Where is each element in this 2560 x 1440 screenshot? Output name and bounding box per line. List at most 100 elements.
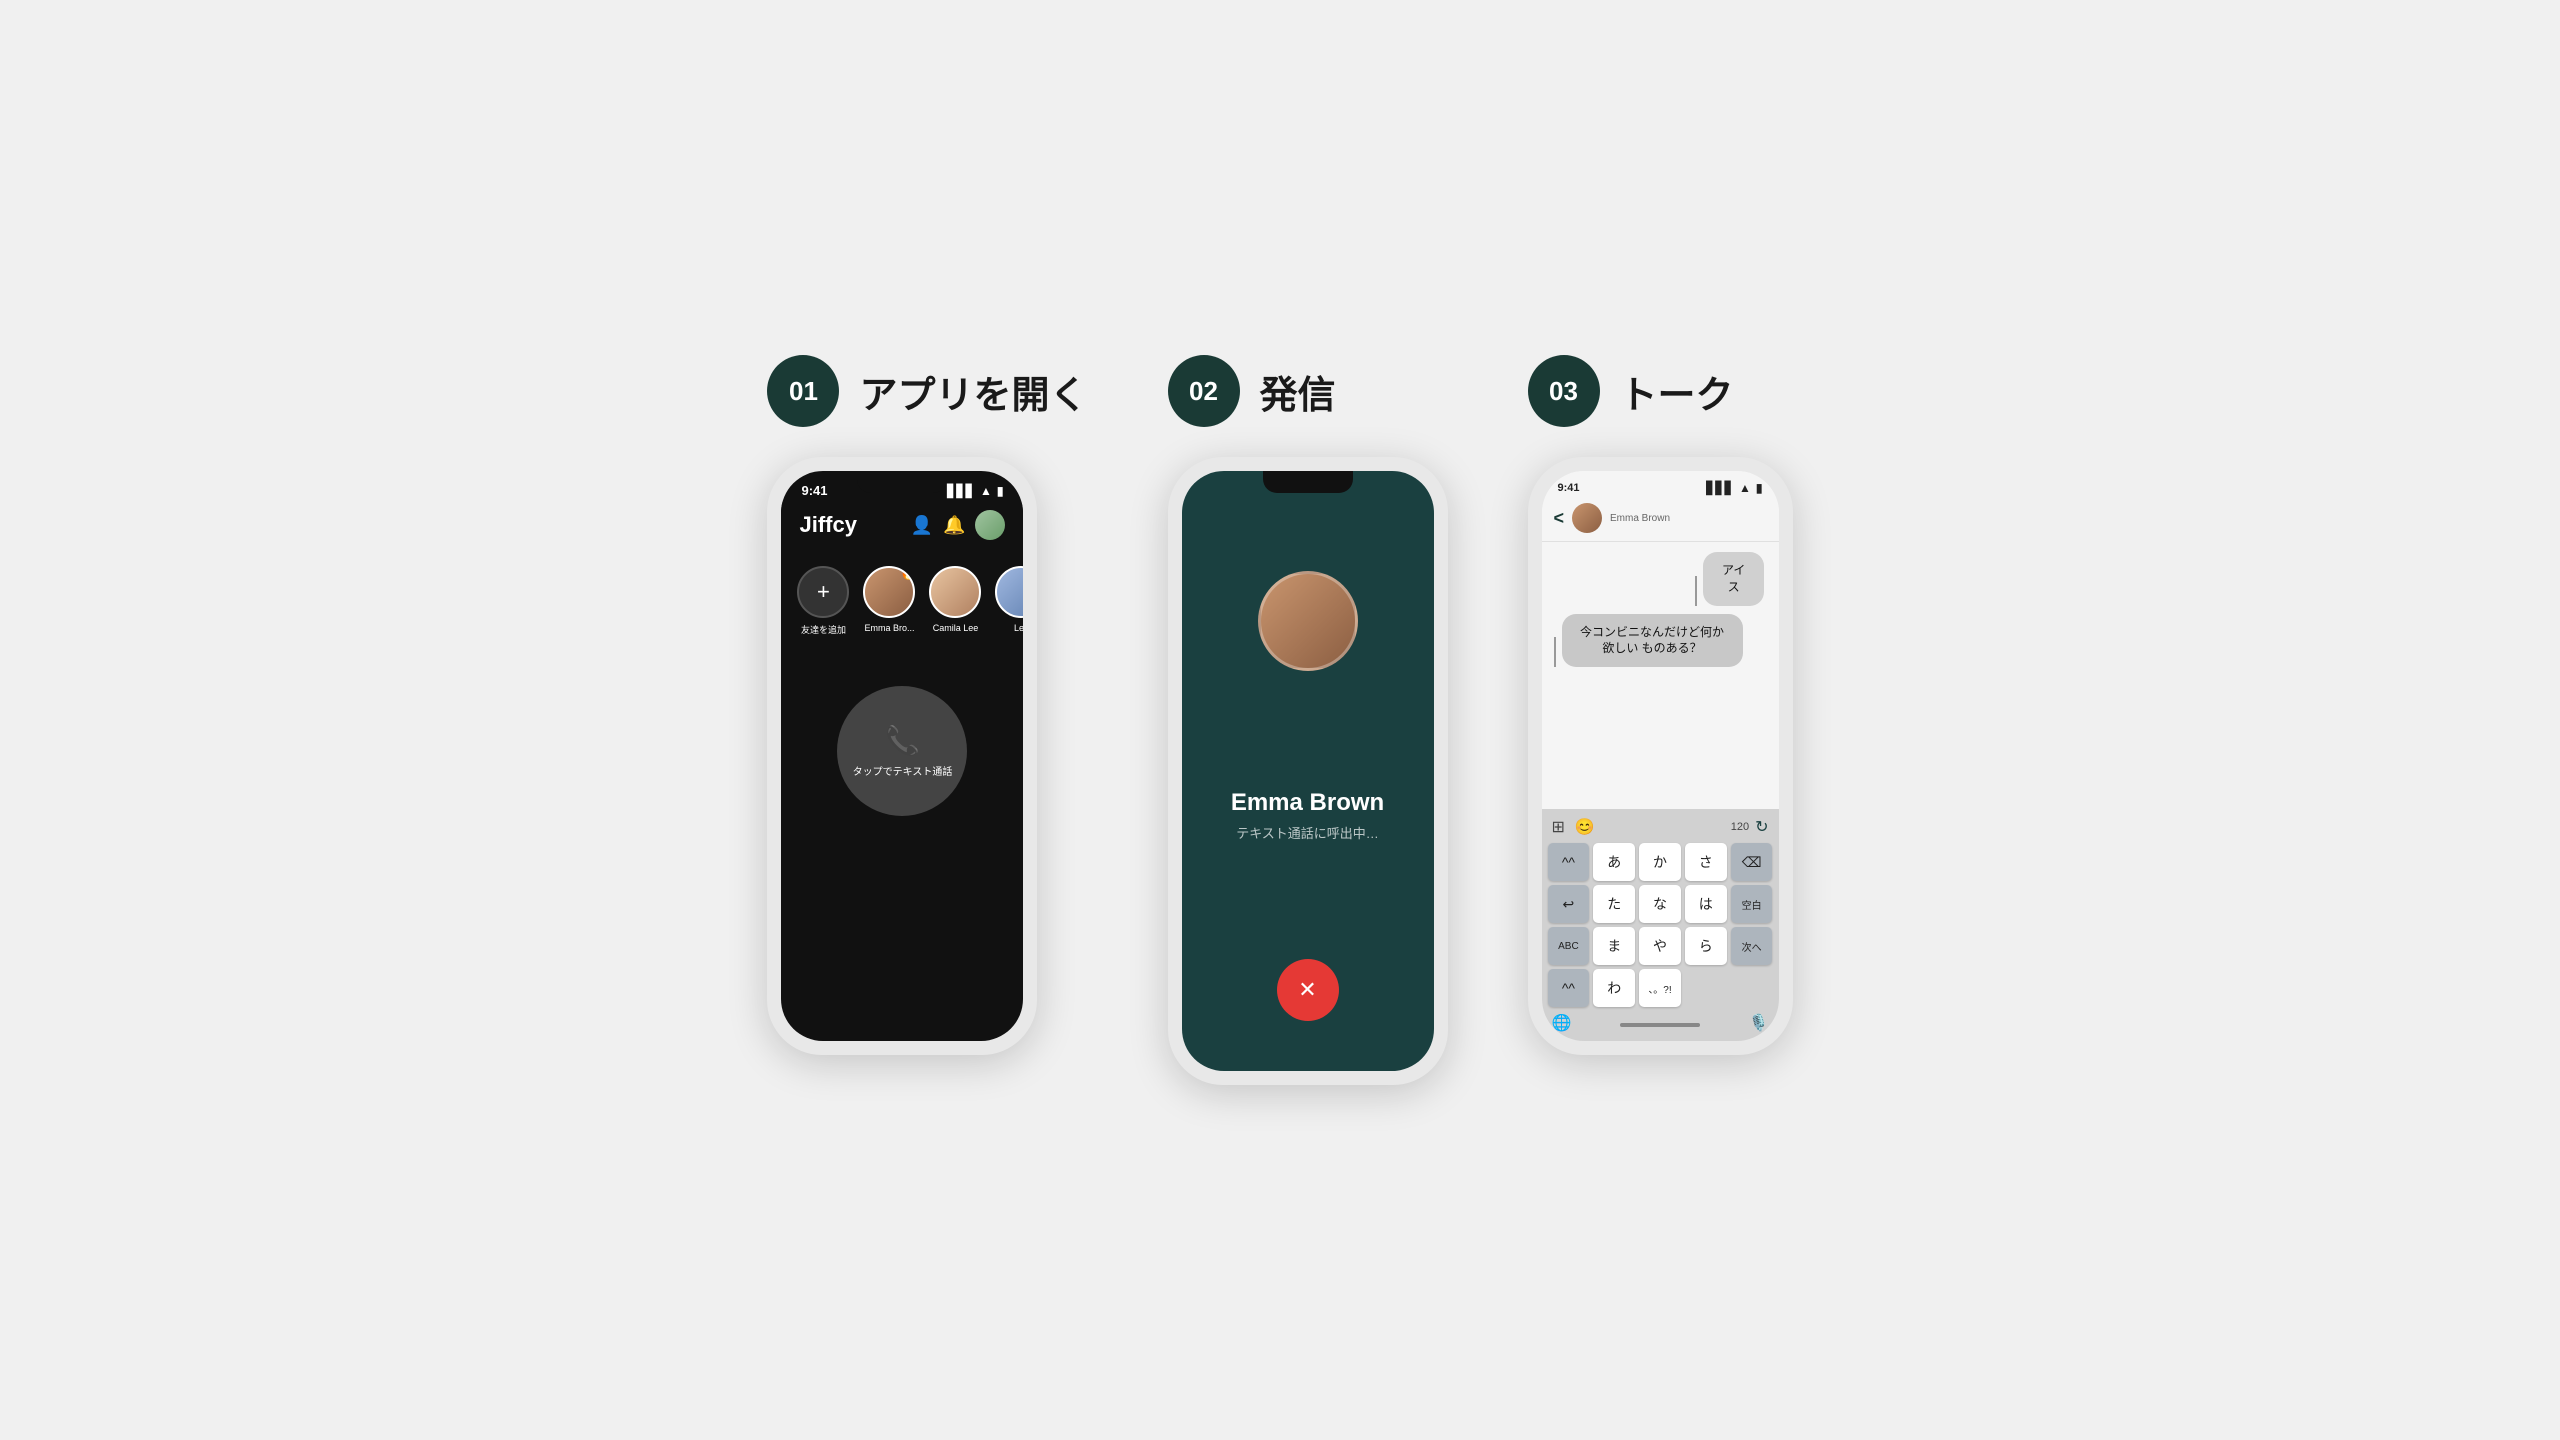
friends-row: + 友達を追加 🔥 Emma Bro... Camila Lee	[781, 546, 1023, 646]
key-ka[interactable]: か	[1639, 843, 1681, 881]
phone-3-shell: 9:41 ▋▋▋ ▲ ▮ < Emma Brown	[1528, 457, 1793, 1055]
keyboard-bottom: 🌐 🎙️	[1548, 1007, 1773, 1033]
friend-name-1: Emma Bro...	[864, 623, 914, 633]
step-2-number: 02	[1168, 355, 1240, 427]
message-2: 今コンビニなんだけど何か欲しい ものある？	[1562, 614, 1743, 668]
chat-wifi-icon: ▲	[1739, 481, 1751, 495]
home-indicator	[1620, 1023, 1700, 1027]
key-backspace[interactable]: ⌫	[1731, 843, 1773, 881]
step-3-title: トーク	[1620, 364, 1734, 419]
battery-icon: ▮	[997, 484, 1004, 498]
time-1: 9:41	[801, 483, 827, 498]
add-friend-item[interactable]: + 友達を追加	[797, 566, 849, 636]
add-friend-button[interactable]: +	[797, 566, 849, 618]
refresh-icon[interactable]: ↻	[1755, 817, 1768, 837]
message-divider-2	[1554, 637, 1556, 667]
key-ma[interactable]: ま	[1593, 927, 1635, 965]
friend-item-1[interactable]: 🔥 Emma Bro...	[863, 566, 915, 633]
chat-messages: アイス 今コンビニなんだけど何か欲しい ものある？	[1542, 542, 1779, 809]
keyboard-toolbar: ⊞ 😊 120 ↻	[1548, 817, 1773, 843]
signal-icon: ▋▋▋	[947, 484, 975, 498]
phone-3-screen: 9:41 ▋▋▋ ▲ ▮ < Emma Brown	[1542, 471, 1779, 1041]
friend-name-3: Leo	[1014, 623, 1024, 633]
friend-name-2: Camila Lee	[933, 623, 979, 633]
step-2-title: 発信	[1260, 364, 1336, 419]
phone-1-shell: 9:41 ▋▋▋ ▲ ▮ Jiffcy 👤 🔔	[767, 457, 1037, 1055]
end-call-button[interactable]: ✕	[1277, 959, 1339, 1021]
call-label: タップでテキスト通話	[853, 763, 953, 778]
key-shift[interactable]: ^^	[1548, 843, 1590, 881]
person-add-icon[interactable]: 👤	[911, 515, 933, 536]
key-space[interactable]: 空白	[1731, 885, 1773, 923]
calling-info: Emma Brown テキスト通話に呼出中…	[1231, 789, 1384, 842]
header-icons: 👤 🔔	[911, 510, 1006, 540]
keyboard-grid: ^^ あ か さ ⌫ ↩ た な は 空白 ABC ま や	[1548, 843, 1773, 1007]
contact-info: Emma Brown	[1610, 513, 1670, 524]
signal-icons-1: ▋▋▋ ▲ ▮	[947, 484, 1003, 498]
friend-item-3[interactable]: Leo	[995, 566, 1023, 633]
chat-battery-icon: ▮	[1756, 481, 1763, 495]
friend-avatar-3	[995, 566, 1023, 618]
key-ta[interactable]: た	[1593, 885, 1635, 923]
globe-icon[interactable]: 🌐	[1552, 1013, 1572, 1033]
key-ha[interactable]: は	[1685, 885, 1727, 923]
calling-avatar	[1258, 571, 1358, 671]
call-section: 📞 タップでテキスト通話	[781, 646, 1023, 836]
fire-emoji: 🔥	[900, 566, 915, 581]
friend-item-2[interactable]: Camila Lee	[929, 566, 981, 633]
phone-2-shell: Emma Brown テキスト通話に呼出中… ✕	[1168, 457, 1448, 1085]
char-counter: 120	[1731, 821, 1749, 833]
key-a[interactable]: あ	[1593, 843, 1635, 881]
chat-time: 9:41	[1558, 482, 1580, 494]
chat-header: < Emma Brown	[1542, 499, 1779, 542]
wifi-icon: ▲	[980, 484, 992, 498]
call-button[interactable]: 📞 タップでテキスト通話	[837, 686, 967, 816]
phone-2-screen: Emma Brown テキスト通話に呼出中… ✕	[1182, 471, 1434, 1071]
bell-icon[interactable]: 🔔	[943, 515, 965, 536]
key-ya[interactable]: や	[1639, 927, 1681, 965]
key-next[interactable]: 次へ	[1731, 927, 1773, 965]
key-return[interactable]: ↩	[1548, 885, 1590, 923]
toolbar-left: ⊞ 😊	[1552, 817, 1595, 837]
user-avatar[interactable]	[975, 510, 1005, 540]
step-1-header: 01 アプリを開く	[767, 355, 1087, 427]
toolbar-right: 120 ↻	[1731, 817, 1769, 837]
app-header: Jiffcy 👤 🔔	[781, 502, 1023, 546]
step-3-header: 03 トーク	[1528, 355, 1734, 427]
message-1: アイス	[1703, 552, 1763, 606]
add-friend-label: 友達を追加	[801, 623, 846, 636]
step-3-number: 03	[1528, 355, 1600, 427]
keyboard-grid-icon[interactable]: ⊞	[1552, 817, 1565, 837]
end-call-icon: ✕	[1298, 977, 1316, 1003]
key-sa[interactable]: さ	[1685, 843, 1727, 881]
key-na[interactable]: な	[1639, 885, 1681, 923]
key-shift-2[interactable]: ^^	[1548, 969, 1590, 1007]
calling-status: テキスト通話に呼出中…	[1231, 823, 1384, 842]
step-1-number: 01	[767, 355, 839, 427]
app-title: Jiffcy	[799, 512, 856, 538]
sticker-icon[interactable]: 😊	[1575, 817, 1595, 837]
step-3: 03 トーク 9:41 ▋▋▋ ▲ ▮ <	[1528, 355, 1793, 1055]
step-1: 01 アプリを開く 9:41 ▋▋▋ ▲ ▮ Jiffcy	[767, 355, 1087, 1055]
key-wa[interactable]: わ	[1593, 969, 1635, 1007]
key-punct[interactable]: 、。?!	[1639, 969, 1681, 1007]
mic-icon[interactable]: 🎙️	[1749, 1013, 1769, 1033]
step-2: 02 発信 Emma Brown テキスト通話に呼出中… ✕	[1168, 355, 1448, 1085]
back-button[interactable]: <	[1554, 508, 1565, 529]
message-divider	[1695, 576, 1697, 606]
calling-name: Emma Brown	[1231, 789, 1384, 817]
chat-signal-icon: ▋▋▋	[1706, 481, 1734, 495]
contact-avatar	[1572, 503, 1602, 533]
chat-status-bar: 9:41 ▋▋▋ ▲ ▮	[1542, 471, 1779, 499]
step-1-title: アプリを開く	[859, 364, 1087, 419]
step-2-header: 02 発信	[1168, 355, 1336, 427]
phone-1-screen: 9:41 ▋▋▋ ▲ ▮ Jiffcy 👤 🔔	[781, 471, 1023, 1041]
phone-icon: 📞	[885, 724, 920, 757]
key-abc[interactable]: ABC	[1548, 927, 1590, 965]
chat-signal-icons: ▋▋▋ ▲ ▮	[1706, 481, 1762, 495]
notch-1	[857, 471, 947, 493]
notch-2	[1263, 471, 1353, 493]
key-ra[interactable]: ら	[1685, 927, 1727, 965]
main-container: 01 アプリを開く 9:41 ▋▋▋ ▲ ▮ Jiffcy	[687, 295, 1872, 1145]
friend-avatar-2	[929, 566, 981, 618]
